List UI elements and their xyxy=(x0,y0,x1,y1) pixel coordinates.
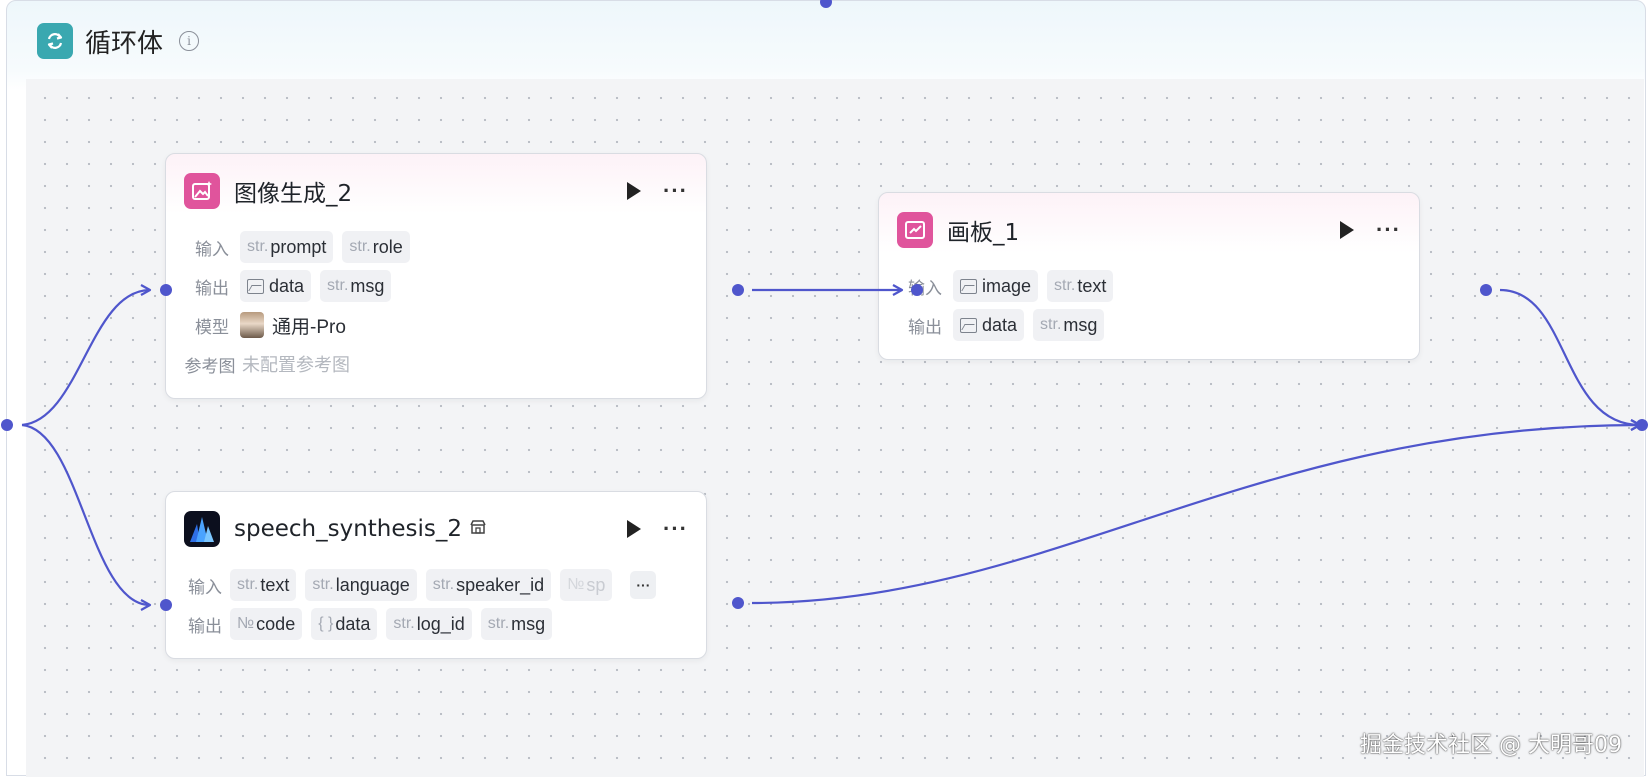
speech-input-port xyxy=(160,599,172,611)
edge-canvas-to-end xyxy=(1499,288,1642,431)
canvas-output-port xyxy=(1480,284,1492,296)
canvas-input-port xyxy=(911,284,923,296)
image-gen-output-port xyxy=(732,284,744,296)
loop-end-port xyxy=(1636,419,1648,431)
edge-start-to-speech xyxy=(21,423,152,611)
connection-layer xyxy=(1,0,1648,611)
edge-speech-to-end xyxy=(751,419,1642,605)
image-gen-input-port xyxy=(160,284,172,296)
speech-output-port xyxy=(732,597,744,609)
edge-start-to-image-gen xyxy=(21,284,152,427)
loop-start-port xyxy=(1,419,13,431)
top-port xyxy=(820,0,832,8)
